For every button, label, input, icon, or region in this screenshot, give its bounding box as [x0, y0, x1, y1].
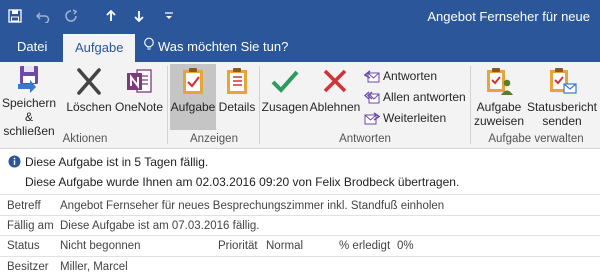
tell-me-label: Was möchten Sie tun? — [158, 39, 289, 54]
group-label-manage: Aufgabe verwalten — [488, 133, 584, 145]
delete-button[interactable]: Löschen — [66, 64, 112, 130]
arrow-up-icon[interactable] — [98, 0, 124, 32]
title-bar: Angebot Fernseher für neue — [0, 0, 600, 32]
forward-label: Weiterleiten — [383, 111, 447, 125]
due-label: Fällig am — [7, 220, 54, 232]
details-icon — [221, 64, 253, 98]
reply-icon — [363, 68, 380, 84]
arrow-down-icon[interactable] — [126, 0, 152, 32]
save-close-button[interactable]: Speichern & schließen — [1, 64, 57, 138]
onenote-button[interactable]: OneNote — [113, 64, 165, 130]
status-label: Status — [7, 240, 40, 252]
redo-icon[interactable] — [58, 0, 84, 32]
info-assigned-message: Diese Aufgabe wurde Ihnen am 02.03.2016 … — [25, 175, 460, 189]
assign-task-icon — [483, 64, 515, 98]
reply-button[interactable]: Antworten — [363, 67, 438, 85]
status-report-icon — [546, 64, 578, 98]
group-label-show: Anzeigen — [190, 133, 238, 145]
priority-label: Priorität — [218, 240, 258, 252]
status-report-label-1: Statusbericht — [526, 100, 598, 114]
priority-value: Normal — [266, 240, 304, 252]
percent-complete-value: 0% — [397, 240, 414, 252]
reply-label: Antworten — [383, 69, 438, 83]
decline-x-icon — [319, 64, 351, 98]
group-separator — [259, 66, 260, 144]
save-close-label-1: Speichern — [1, 96, 57, 110]
subject-label: Betreff — [7, 200, 41, 212]
subject-value: Angebot Fernseher für neues Besprechungs… — [60, 200, 445, 212]
info-due-message: Diese Aufgabe ist in 5 Tagen fällig. — [25, 155, 209, 169]
group-label-responses: Antworten — [339, 133, 391, 145]
status-report-button[interactable]: Statusbericht senden — [526, 64, 598, 130]
due-value: Diese Aufgabe ist am 07.03.2016 fällig. — [60, 220, 260, 232]
assign-task-label-1: Aufgabe — [476, 100, 522, 114]
status-report-label-2: senden — [542, 114, 582, 128]
accept-label: Zusagen — [261, 100, 309, 114]
percent-complete-label: % erledigt — [339, 240, 391, 252]
decline-button[interactable]: Ablehnen — [309, 64, 361, 130]
reply-all-label: Allen antworten — [383, 90, 466, 104]
task-clipboard-icon — [177, 64, 209, 98]
info-icon — [8, 155, 21, 171]
owner-label: Besitzer — [7, 261, 49, 273]
save-icon[interactable] — [2, 0, 28, 32]
checkmark-icon — [269, 64, 301, 98]
divider — [0, 215, 600, 216]
tell-me-box[interactable]: Was möchten Sie tun? — [143, 32, 288, 62]
tab-task[interactable]: Aufgabe — [63, 34, 136, 62]
forward-icon — [364, 110, 381, 126]
task-view-label: Aufgabe — [170, 100, 216, 114]
decline-label: Ablehnen — [309, 100, 361, 114]
divider — [0, 256, 600, 257]
group-separator — [167, 66, 168, 144]
reply-all-icon — [364, 89, 380, 105]
window-title: Angebot Fernseher für neue — [427, 9, 590, 24]
details-label: Details — [218, 100, 256, 114]
divider — [0, 235, 600, 236]
save-close-icon — [13, 64, 45, 94]
tab-file[interactable]: Datei — [5, 32, 59, 62]
delete-icon — [73, 64, 105, 98]
info-bar: Diese Aufgabe ist in 5 Tagen fällig. Die… — [0, 150, 600, 195]
task-view-button[interactable]: Aufgabe — [170, 64, 216, 130]
customize-icon[interactable] — [156, 0, 182, 32]
group-separator — [470, 66, 471, 144]
save-close-label-2: & schließen — [3, 110, 55, 138]
lightbulb-icon — [143, 33, 155, 63]
forward-button[interactable]: Weiterleiten — [364, 109, 446, 127]
ribbon: Speichern & schließen Löschen OneNote Ak… — [0, 62, 600, 149]
group-label-actions: Aktionen — [62, 133, 108, 145]
details-button[interactable]: Details — [218, 64, 256, 130]
owner-value: Miller, Marcel — [60, 261, 128, 273]
reply-all-button[interactable]: Allen antworten — [364, 88, 466, 106]
onenote-icon — [123, 64, 155, 98]
delete-label: Löschen — [66, 100, 112, 114]
assign-task-button[interactable]: Aufgabe zuweisen — [473, 64, 525, 130]
assign-task-label-2: zuweisen — [473, 114, 525, 128]
ribbon-tab-bar: Datei Aufgabe Was möchten Sie tun? — [0, 32, 600, 62]
status-value: Nicht begonnen — [60, 240, 141, 252]
onenote-label: OneNote — [114, 100, 164, 114]
accept-button[interactable]: Zusagen — [262, 64, 308, 130]
undo-icon[interactable] — [30, 0, 56, 32]
